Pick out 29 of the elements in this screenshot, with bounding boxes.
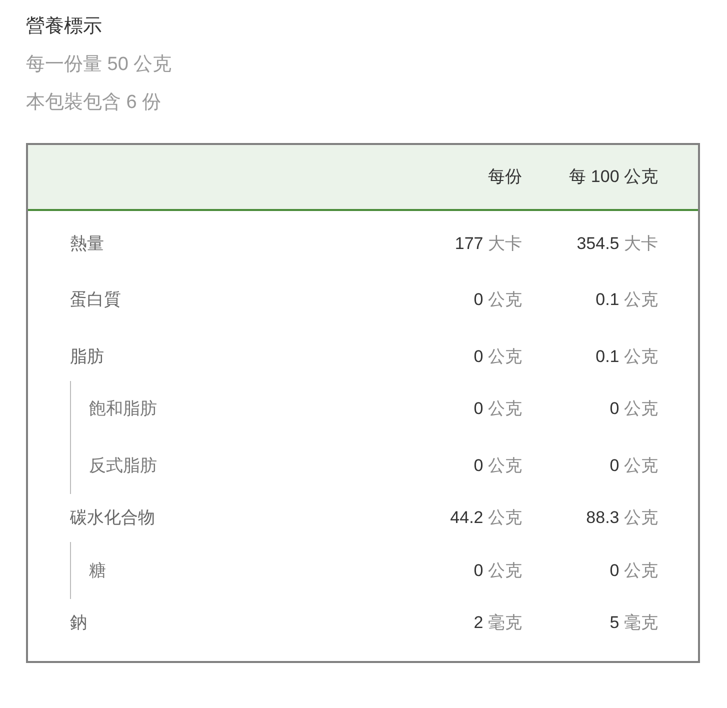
table-cell-text: 0 公克 [472,454,522,476]
nutrient-name: 反式脂肪 [88,454,157,476]
table-cell-text: 354.5 大卡 [576,232,658,254]
nutrient-name: 糖 [88,560,106,582]
nutrient-name: 鈉 [70,612,87,634]
serving-size: 每一份量 50 公克 [26,53,172,77]
table-cell-text: 0 公克 [608,398,658,420]
table-cell-text: 0.1 公克 [594,289,658,311]
nutrient-name: 熱量 [70,232,104,254]
table-cell-text: 0.1 公克 [594,346,658,368]
servings-per-package: 本包裝包含 6 份 [26,91,162,115]
page-title: 營養標示 [26,15,102,39]
table-cell-text: 0 公克 [472,560,522,582]
table-cell-text: 0 公克 [472,289,522,311]
table-cell-text: 177 大卡 [454,232,522,254]
table-cell-text: 0 公克 [472,346,522,368]
column-header: 每 100 公克 [568,166,658,188]
table-cell-text: 5 毫克 [608,612,658,634]
nutrient-name: 飽和脂肪 [88,398,157,420]
column-header: 每份 [487,166,522,188]
table-cell-text: 0 公克 [608,454,658,476]
nutrient-name: 碳水化合物 [70,507,155,529]
table-cell-text: 88.3 公克 [585,507,658,529]
table-cell-text: 0 公克 [608,560,658,582]
table-cell-text: 0 公克 [472,398,522,420]
nutrient-name: 蛋白質 [70,289,121,311]
table-cell-text: 2 毫克 [472,612,522,634]
table-cell-text: 44.2 公克 [449,507,522,529]
nutrient-name: 脂肪 [70,346,104,368]
